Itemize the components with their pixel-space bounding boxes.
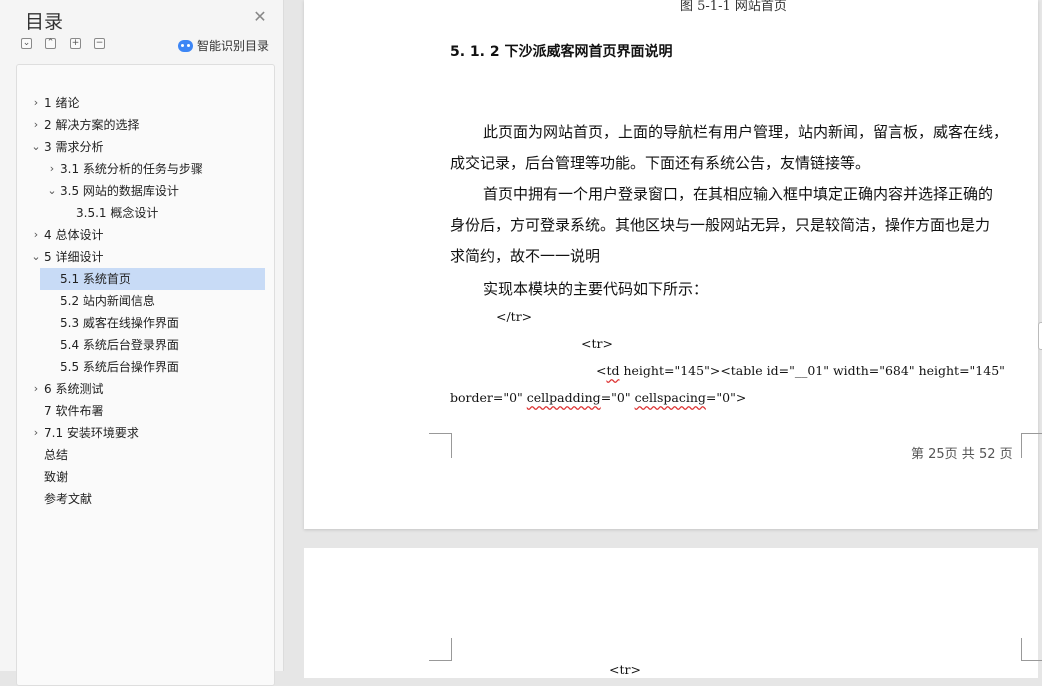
paragraph-line: 成交记录，后台管理等功能。下面还有系统公告，友情链接等。 [450, 154, 871, 172]
toc-item-label: 5.4 系统后台登录界面 [60, 338, 179, 352]
chevron-right-icon[interactable]: › [46, 158, 58, 180]
toc-item-label: 7.1 安装环境要求 [44, 426, 139, 440]
page-footer: 第 25页 共 52 页 [911, 447, 1013, 462]
toc-item-label: 3.1 系统分析的任务与步骤 [60, 162, 203, 176]
sidebar-title: 目录 [25, 11, 64, 33]
toc-item-5-5[interactable]: 5.5 系统后台操作界面 [40, 356, 265, 378]
remove-heading-icon[interactable]: − [94, 38, 105, 49]
section-heading: 5. 1. 2 下沙派威客网首页界面说明 [450, 44, 673, 60]
margin-corner-mark [1021, 433, 1042, 458]
toc-item-label: 1 绪论 [44, 96, 80, 110]
toc-item-thanks[interactable]: 致谢 [30, 466, 260, 488]
toc-item-3[interactable]: ⌄ 3 需求分析 [30, 136, 260, 158]
scrollbar-handle[interactable] [1038, 322, 1042, 350]
code-line: <tr> [581, 336, 613, 351]
code-line: border="0" cellpadding="0" cellspacing="… [450, 390, 747, 405]
toc-item-5-3[interactable]: 5.3 威客在线操作界面 [40, 312, 265, 334]
toc-item-5-2[interactable]: 5.2 站内新闻信息 [40, 290, 265, 312]
chevron-right-icon[interactable]: › [30, 224, 42, 246]
toc-item-label: 5 详细设计 [44, 250, 104, 264]
chevron-right-icon[interactable]: › [30, 92, 42, 114]
toc-item-label: 5.5 系统后台操作界面 [60, 360, 179, 374]
chevron-down-icon[interactable]: ⌄ [30, 136, 42, 158]
toc-item-label: 参考文献 [44, 492, 93, 506]
smart-toc-label: 智能识别目录 [197, 39, 270, 53]
toc-item-7[interactable]: 7 软件布署 [30, 400, 260, 422]
toc-item-3-5[interactable]: ⌄ 3.5 网站的数据库设计 [46, 180, 260, 202]
document-page-next: <tr> [304, 548, 1042, 678]
chevron-down-icon[interactable]: ⌄ [30, 246, 42, 268]
toc-item-label: 7 软件布署 [44, 404, 104, 418]
toc-item-summary[interactable]: 总结 [30, 444, 260, 466]
toc-item-6[interactable]: › 6 系统测试 [30, 378, 260, 400]
toc-item-5[interactable]: ⌄ 5 详细设计 [30, 246, 260, 268]
toc-item-label: 3.5 网站的数据库设计 [60, 184, 179, 198]
toc-item-label: 总结 [44, 448, 69, 462]
toc-item-label: 5.2 站内新闻信息 [60, 294, 155, 308]
chevron-right-icon[interactable]: › [30, 114, 42, 136]
toc-item-label: 5.3 威客在线操作界面 [60, 316, 179, 330]
chevron-right-icon[interactable]: › [30, 422, 42, 444]
toc-item-4[interactable]: › 4 总体设计 [30, 224, 260, 246]
document-page: 图 5-1-1 网站首页 5. 1. 2 下沙派威客网首页界面说明 此页面为网站… [304, 0, 1042, 529]
toc-item-1[interactable]: › 1 绪论 [30, 92, 260, 114]
toc-item-label: 2 解决方案的选择 [44, 118, 140, 132]
toc-item-5-1[interactable]: 5.1 系统首页 [40, 268, 265, 290]
toc-item-label: 4 总体设计 [44, 228, 104, 242]
code-line: </tr> [496, 309, 533, 324]
figure-caption: 图 5-1-1 网站首页 [680, 0, 787, 14]
paragraph-line: 身份后，方可登录系统。其他区块与一般网站无异，只是较简洁，操作方面也是力 [450, 216, 991, 234]
collapse-all-icon[interactable]: ⌃ [45, 38, 56, 49]
toc-item-5-4[interactable]: 5.4 系统后台登录界面 [40, 334, 265, 356]
code-line: <td height="145"><table id="__01" width=… [596, 363, 1005, 378]
smart-toc-button[interactable]: 智能识别目录 [178, 37, 269, 54]
close-icon[interactable]: ✕ [252, 9, 268, 25]
toc-item-label: 6 系统测试 [44, 382, 104, 396]
ai-robot-icon [178, 39, 193, 52]
paragraph-line: 此页面为网站首页，上面的导航栏有用户管理，站内新闻，留言板，威客在线， [483, 123, 1009, 141]
toc-item-3-1[interactable]: › 3.1 系统分析的任务与步骤 [46, 158, 260, 180]
margin-corner-mark [429, 638, 452, 661]
margin-corner-mark [1021, 638, 1042, 661]
add-heading-icon[interactable]: + [70, 38, 81, 49]
toc-item-label: 5.1 系统首页 [60, 272, 131, 286]
paragraph-line: 实现本模块的主要代码如下所示： [483, 280, 709, 298]
toc-item-3-5-1[interactable]: 3.5.1 概念设计 [62, 202, 260, 224]
margin-corner-mark [429, 433, 452, 458]
toc-item-label: 3 需求分析 [44, 140, 104, 154]
expand-all-icon[interactable]: ⌄ [21, 38, 32, 49]
paragraph-line: 求简约，故不一一说明 [450, 247, 601, 265]
code-line: <tr> [609, 662, 641, 677]
toc-sidebar: 目录 ✕ ⌄ ⌃ + − 智能识别目录 › 1 绪论 › 2 解决方案的选择 ⌄… [0, 0, 284, 686]
paragraph-line: 首页中拥有一个用户登录窗口，在其相应输入框中填定正确内容并选择正确的 [483, 185, 994, 203]
toc-item-2[interactable]: › 2 解决方案的选择 [30, 114, 260, 136]
chevron-down-icon[interactable]: ⌄ [46, 180, 58, 202]
toc-item-label: 3.5.1 概念设计 [76, 206, 159, 220]
toc-item-7-1[interactable]: › 7.1 安装环境要求 [30, 422, 260, 444]
toc-item-references[interactable]: 参考文献 [30, 488, 260, 510]
chevron-right-icon[interactable]: › [30, 378, 42, 400]
toc-item-label: 致谢 [44, 470, 69, 484]
